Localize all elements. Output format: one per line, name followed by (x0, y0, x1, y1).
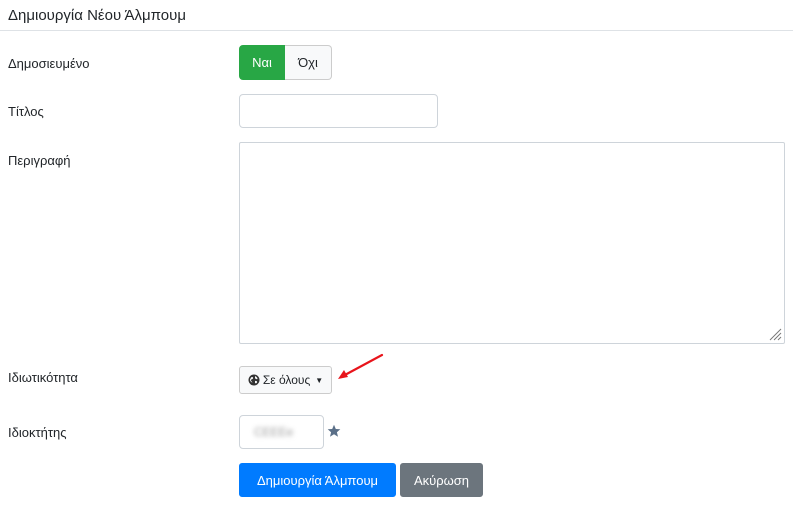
star-icon[interactable] (327, 424, 341, 438)
annotation-arrow-icon (338, 353, 384, 379)
privacy-label: Ιδιωτικότητα (8, 370, 78, 385)
published-label: Δημοσιευμένο (8, 56, 90, 71)
cancel-button[interactable]: Ακύρωση (400, 463, 483, 497)
title-divider (0, 30, 793, 31)
published-yes-button[interactable]: Ναι (239, 45, 285, 80)
create-album-button[interactable]: Δημιουργία Άλμπουμ (239, 463, 396, 497)
published-no-button[interactable]: Όχι (285, 45, 332, 80)
owner-value: CEEEe (254, 425, 294, 439)
privacy-dropdown[interactable]: Σε όλους ▼ (239, 366, 332, 394)
resize-grip-icon[interactable] (768, 327, 782, 341)
form-title: Δημιουργία Νέου Άλμπουμ (8, 7, 186, 24)
published-toggle: Ναι Όχι (239, 45, 332, 80)
create-album-form: Δημιουργία Νέου Άλμπουμ Δημοσιευμένο Ναι… (0, 0, 793, 511)
privacy-selected-label: Σε όλους (262, 373, 311, 387)
owner-label: Ιδιοκτήτης (8, 425, 67, 440)
owner-input[interactable]: CEEEe (239, 415, 324, 449)
title-input[interactable] (239, 94, 438, 128)
description-label: Περιγραφή (8, 153, 71, 168)
caret-down-icon: ▼ (315, 375, 324, 385)
description-textarea[interactable] (239, 142, 785, 344)
globe-icon (248, 374, 260, 386)
title-label: Τίτλος (8, 104, 44, 119)
